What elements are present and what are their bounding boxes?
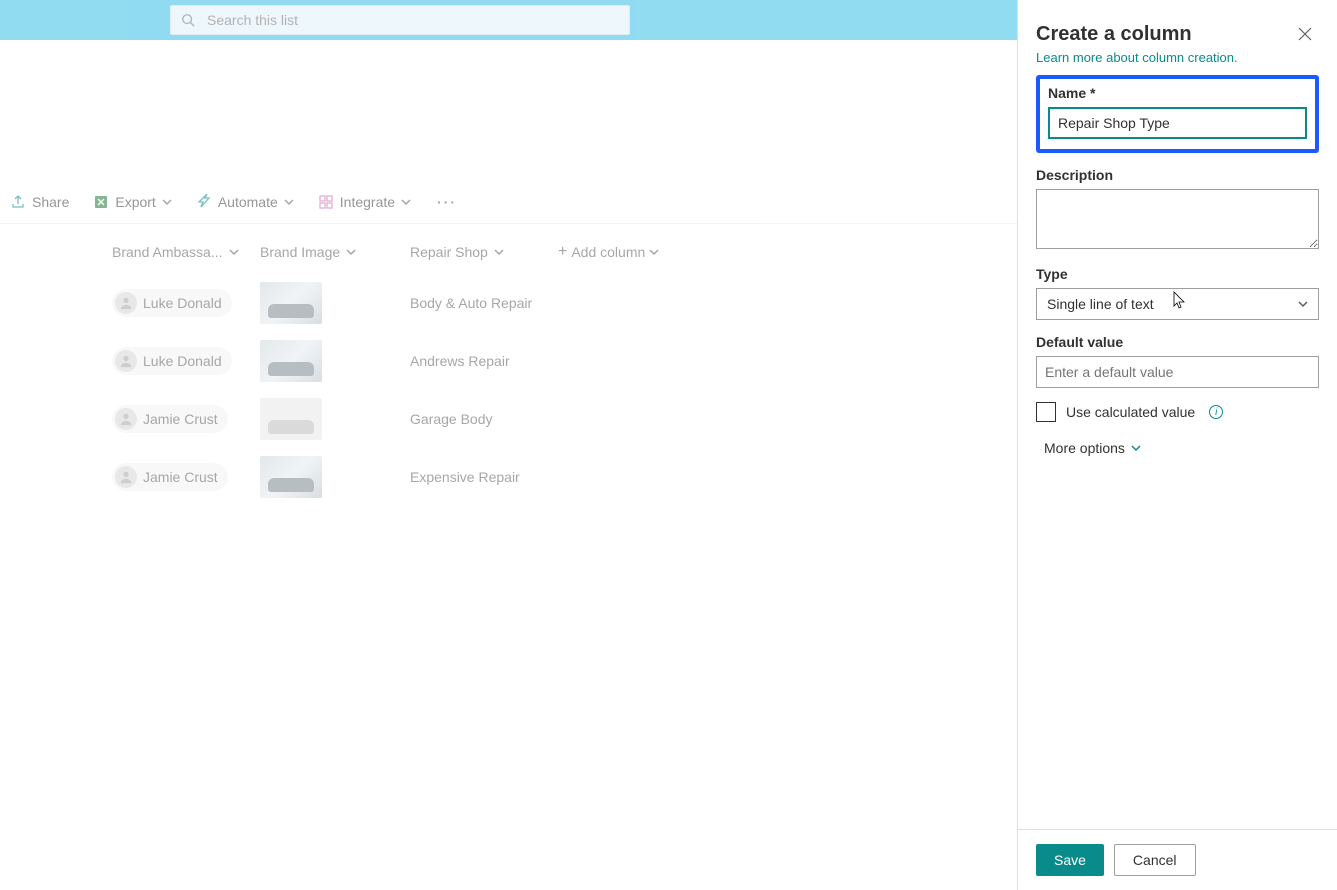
brand-image-thumbnail[interactable] <box>260 340 322 382</box>
automate-icon <box>196 194 212 210</box>
integrate-button[interactable]: Integrate <box>308 188 421 216</box>
more-commands-button[interactable]: ··· <box>425 188 469 216</box>
chevron-down-icon <box>401 197 411 207</box>
type-label: Type <box>1036 266 1319 282</box>
column-headers: Brand Ambassa... Brand Image Repair Shop… <box>0 224 1017 274</box>
person-name: Luke Donald <box>143 295 222 311</box>
integrate-label: Integrate <box>340 194 395 210</box>
export-label: Export <box>115 194 155 210</box>
top-bar <box>0 0 1017 40</box>
search-input[interactable] <box>205 11 619 29</box>
column-header-shop[interactable]: Repair Shop <box>410 244 558 260</box>
column-header-label: Repair Shop <box>410 244 488 260</box>
close-panel-button[interactable] <box>1291 20 1319 48</box>
use-calculated-checkbox[interactable] <box>1036 402 1056 422</box>
person-pill[interactable]: Jamie Crust <box>112 405 228 433</box>
avatar <box>115 466 137 488</box>
repair-shop-cell: Andrews Repair <box>410 353 670 369</box>
integrate-icon <box>318 194 334 210</box>
export-button[interactable]: Export <box>83 188 181 216</box>
list-area: Brand Ambassa... Brand Image Repair Shop… <box>0 224 1017 506</box>
name-label: Name * <box>1048 85 1307 101</box>
more-options-label: More options <box>1044 440 1125 456</box>
description-input[interactable] <box>1036 189 1319 249</box>
table-row[interactable]: Luke Donald Andrews Repair <box>0 332 1017 390</box>
panel-title: Create a column <box>1036 23 1192 46</box>
create-column-panel: Create a column Learn more about column … <box>1017 0 1337 890</box>
chevron-down-icon <box>346 247 356 257</box>
info-icon[interactable]: i <box>1209 405 1223 419</box>
person-name: Jamie Crust <box>143 469 218 485</box>
type-select[interactable]: Single line of text <box>1036 288 1319 320</box>
table-row[interactable]: Luke Donald Body & Auto Repair <box>0 274 1017 332</box>
chevron-down-icon <box>162 197 172 207</box>
repair-shop-cell: Expensive Repair <box>410 469 670 485</box>
column-header-ambassador[interactable]: Brand Ambassa... <box>112 244 260 260</box>
cursor-icon <box>1173 291 1187 309</box>
brand-image-thumbnail[interactable] <box>260 282 322 324</box>
avatar <box>115 350 137 372</box>
excel-icon <box>93 194 109 210</box>
automate-label: Automate <box>218 194 278 210</box>
learn-more-link[interactable]: Learn more about column creation. <box>1036 50 1319 65</box>
person-pill[interactable]: Luke Donald <box>112 289 232 317</box>
share-label: Share <box>32 194 69 210</box>
type-selected-value: Single line of text <box>1047 296 1154 312</box>
save-button[interactable]: Save <box>1036 844 1104 876</box>
chevron-down-icon <box>284 197 294 207</box>
chevron-down-icon <box>1131 443 1141 453</box>
chevron-down-icon <box>494 247 504 257</box>
more-options-toggle[interactable]: More options <box>1044 440 1319 456</box>
chevron-down-icon <box>229 247 239 257</box>
table-row[interactable]: Jamie Crust Expensive Repair <box>0 448 1017 506</box>
repair-shop-cell: Garage Body <box>410 411 670 427</box>
table-row[interactable]: Jamie Crust Garage Body <box>0 390 1017 448</box>
person-name: Jamie Crust <box>143 411 218 427</box>
avatar <box>115 408 137 430</box>
cancel-button[interactable]: Cancel <box>1114 844 1196 876</box>
use-calculated-label: Use calculated value <box>1066 404 1195 420</box>
column-header-label: Brand Ambassa... <box>112 244 223 260</box>
name-field-highlight: Name * <box>1036 75 1319 153</box>
person-pill[interactable]: Luke Donald <box>112 347 232 375</box>
share-icon <box>10 194 26 210</box>
chevron-down-icon <box>1298 299 1308 309</box>
person-name: Luke Donald <box>143 353 222 369</box>
column-header-label: Brand Image <box>260 244 340 260</box>
plus-icon: + <box>558 244 567 260</box>
repair-shop-cell: Body & Auto Repair <box>410 295 670 311</box>
default-value-label: Default value <box>1036 334 1319 350</box>
default-value-input[interactable] <box>1036 356 1319 388</box>
brand-image-thumbnail[interactable] <box>260 456 322 498</box>
add-column-button[interactable]: + Add column <box>558 244 659 260</box>
description-label: Description <box>1036 167 1319 183</box>
person-pill[interactable]: Jamie Crust <box>112 463 228 491</box>
close-icon <box>1298 27 1312 41</box>
chevron-down-icon <box>649 247 659 257</box>
panel-footer: Save Cancel <box>1018 829 1337 890</box>
avatar <box>115 292 137 314</box>
search-box[interactable] <box>170 5 630 35</box>
brand-image-thumbnail[interactable] <box>260 398 322 440</box>
name-input[interactable] <box>1048 107 1307 139</box>
search-icon <box>181 13 195 27</box>
command-bar: Share Export Automate Integrate ··· <box>0 180 1017 224</box>
column-header-image[interactable]: Brand Image <box>260 244 410 260</box>
add-column-label: Add column <box>571 244 645 260</box>
automate-button[interactable]: Automate <box>186 188 304 216</box>
share-button[interactable]: Share <box>0 188 79 216</box>
